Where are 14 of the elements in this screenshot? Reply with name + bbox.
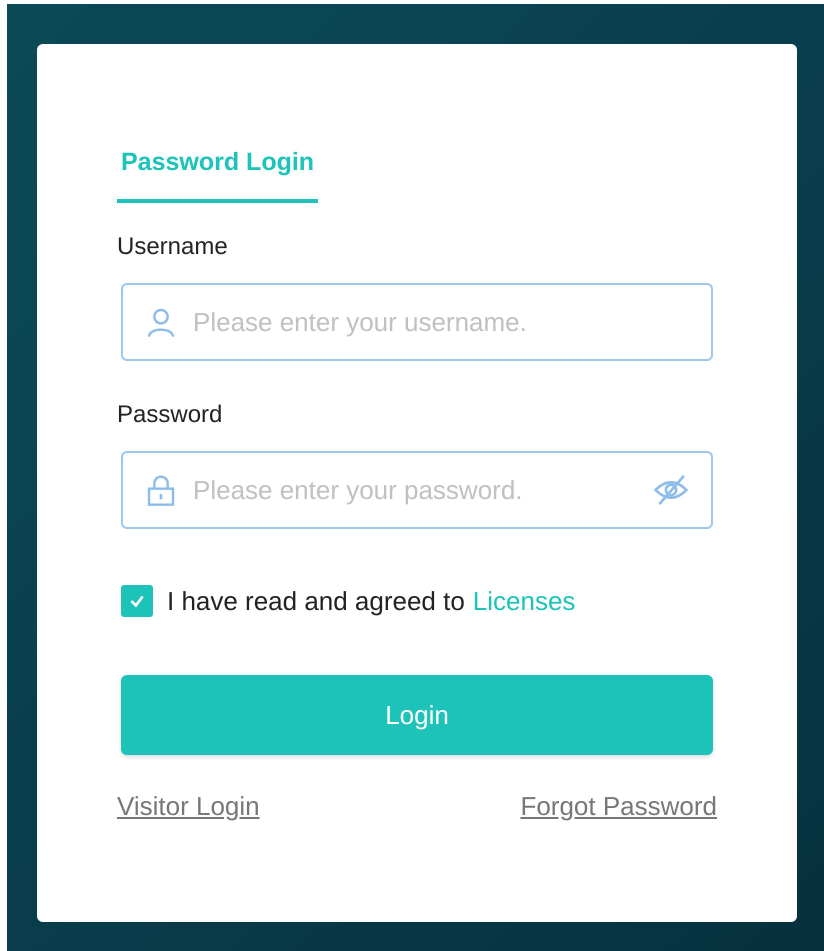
- login-tab[interactable]: Password Login: [117, 148, 318, 203]
- field-label: Username: [117, 233, 229, 261]
- field-label: Password: [117, 401, 224, 429]
- username-field[interactable]: Please enter your username.: [121, 283, 713, 361]
- eye-slash-icon[interactable]: [653, 474, 689, 506]
- agree-checkbox[interactable]: [121, 585, 153, 617]
- login-button[interactable]: Login: [121, 675, 713, 755]
- forgot-password-link[interactable]: Forgot Password: [520, 791, 717, 822]
- lock-icon: [145, 474, 177, 506]
- agreement-text: I have read and agreed to: [167, 586, 465, 616]
- user-icon: [145, 306, 177, 338]
- licenses-link[interactable]: Licenses: [472, 586, 576, 616]
- visitor-login-link[interactable]: Visitor Login: [117, 791, 260, 822]
- password-field[interactable]: Please enter your password.: [121, 451, 713, 529]
